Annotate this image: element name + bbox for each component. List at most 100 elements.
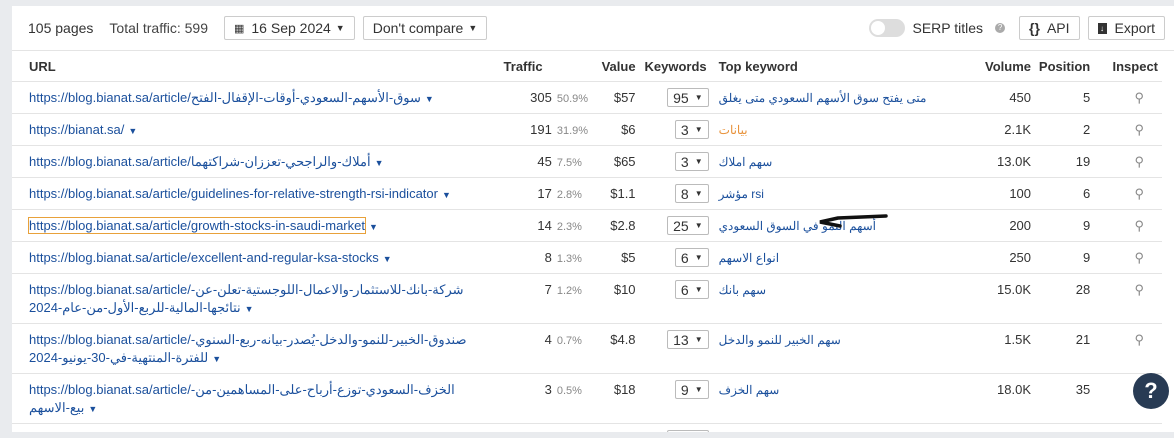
position-text: 31 xyxy=(1031,424,1090,432)
caret-down-icon: ▼ xyxy=(694,125,703,134)
search-icon[interactable]: ⚲ xyxy=(1134,90,1144,105)
volume-cell: 100 xyxy=(950,177,1032,210)
search-icon[interactable]: ⚲ xyxy=(1134,218,1144,233)
url-dropdown-icon[interactable]: ▼ xyxy=(128,126,137,136)
page-url-link[interactable]: https://blog.bianat.sa/article/growth-st… xyxy=(28,217,366,234)
compare-dropdown[interactable]: Don't compare ▼ xyxy=(362,16,488,40)
url-dropdown-icon[interactable]: ▼ xyxy=(369,222,378,232)
top-keyword-link[interactable]: متى يفتح سوق الأسهم السعودي متى يغلق xyxy=(719,91,927,105)
page-url-link[interactable]: https://bianat.sa/ xyxy=(29,122,124,137)
position-cell: 5 xyxy=(1031,81,1091,114)
caret-down-icon: ▼ xyxy=(694,93,703,102)
top-keyword-cell: سهم الخبير للنمو والدخل xyxy=(718,323,951,374)
table-row: https://blog.bianat.sa/article/صندوق-الخ… xyxy=(12,323,1162,374)
date-picker-button[interactable]: ▦ 16 Sep 2024 ▼ xyxy=(223,16,355,40)
search-icon[interactable]: ⚲ xyxy=(1134,250,1144,265)
value-cell: $4.8 xyxy=(588,323,636,374)
pages-table: URL Traffic Value Keywords Top keyword V… xyxy=(12,51,1162,432)
url-dropdown-icon[interactable]: ▼ xyxy=(442,190,451,200)
col-volume[interactable]: Volume xyxy=(950,51,1032,82)
api-label: API xyxy=(1046,20,1070,36)
help-button[interactable]: ? xyxy=(1133,373,1169,409)
top-keyword-link[interactable]: سهم الخبير للنمو والدخل xyxy=(719,333,841,347)
url-dropdown-icon[interactable]: ▼ xyxy=(425,94,434,104)
col-traffic[interactable]: Traffic xyxy=(473,51,589,82)
value-cell: $10 xyxy=(588,273,636,324)
keywords-dropdown[interactable]: 13 ▼ xyxy=(667,330,709,349)
traffic-cell: 4 0.7% xyxy=(473,323,589,374)
position-cell: 35 xyxy=(1031,373,1091,424)
url-dropdown-icon[interactable]: ▼ xyxy=(212,354,221,364)
keywords-dropdown[interactable]: 95 ▼ xyxy=(667,88,709,107)
keywords-count: 3 xyxy=(680,121,689,138)
inspect-cell: ⚲ xyxy=(1090,241,1162,274)
serp-titles-toggle[interactable] xyxy=(868,19,905,37)
top-keyword-link[interactable]: سهم الخزف xyxy=(719,383,780,397)
caret-down-icon: ▼ xyxy=(468,23,478,33)
traffic-cell: 191 31.9% xyxy=(473,113,589,146)
url-dropdown-icon[interactable]: ▼ xyxy=(383,254,392,264)
keywords-count: 8 xyxy=(680,185,689,202)
position-cell: 28 xyxy=(1031,273,1091,324)
top-keyword-cell: مؤشر rsi xyxy=(718,177,951,210)
position-cell: 9 xyxy=(1031,241,1091,274)
url-dropdown-icon[interactable]: ▼ xyxy=(245,304,254,314)
keywords-count: 6 xyxy=(680,281,689,298)
inspect-cell: ⚲ xyxy=(1090,209,1162,242)
top-keyword-link[interactable]: انواع الاسهم xyxy=(719,251,779,265)
top-keyword-link[interactable]: سهم بانك xyxy=(719,283,766,297)
search-icon[interactable]: ⚲ xyxy=(1134,154,1144,169)
url-dropdown-icon[interactable]: ▼ xyxy=(88,404,97,414)
volume-cell: 250 xyxy=(950,241,1032,274)
page-url-link[interactable]: https://blog.bianat.sa/article/سوق-الأسه… xyxy=(29,90,421,105)
value-cell: $18 xyxy=(588,373,636,424)
keywords-dropdown[interactable]: 8 ▼ xyxy=(674,184,709,203)
traffic-percent: 0.7% xyxy=(556,335,582,347)
caret-down-icon: ▼ xyxy=(694,335,703,344)
volume-text: 18.0K xyxy=(997,382,1032,397)
keywords-dropdown[interactable]: 6 ▼ xyxy=(674,248,709,267)
top-keyword-link[interactable]: بيانات xyxy=(719,123,748,137)
top-keyword-link[interactable]: سهم املاك xyxy=(719,155,773,169)
col-position[interactable]: Position xyxy=(1031,51,1091,82)
search-icon[interactable]: ⚲ xyxy=(1134,186,1144,201)
help-icon[interactable]: ? xyxy=(995,23,1006,33)
top-keyword-cell: سهم وقت اللياقة تداول xyxy=(718,423,951,432)
traffic-cell: 14 2.3% xyxy=(473,209,589,242)
page-url-link[interactable]: https://blog.bianat.sa/article/excellent… xyxy=(29,250,379,265)
page-url-link[interactable]: https://blog.bianat.sa/article/guideline… xyxy=(29,186,438,201)
page-url-link[interactable]: https://blog.bianat.sa/article/صندوق-الخ… xyxy=(29,332,467,365)
col-keywords[interactable]: Keywords xyxy=(635,51,719,82)
keywords-cell: 9 ▼ xyxy=(635,373,719,424)
traffic-value: 7 xyxy=(544,282,552,297)
search-icon[interactable]: ⚲ xyxy=(1134,332,1144,347)
compare-label: Don't compare xyxy=(372,20,464,36)
search-icon[interactable]: ⚲ xyxy=(1134,282,1144,297)
caret-down-icon: ▼ xyxy=(694,285,703,294)
table-row: https://blog.bianat.sa/article/الخزف-الس… xyxy=(12,373,1162,424)
keywords-cell: 12▼ xyxy=(635,423,719,432)
value-cell: $57 xyxy=(588,81,636,114)
keywords-dropdown[interactable]: 3 ▼ xyxy=(674,152,709,171)
traffic-value: 305 xyxy=(530,90,552,105)
keywords-dropdown[interactable]: 3 ▼ xyxy=(674,120,709,139)
col-value[interactable]: Value xyxy=(588,51,636,82)
keywords-dropdown[interactable]: 6 ▼ xyxy=(674,280,709,299)
volume-cell: 1.5K xyxy=(950,323,1032,374)
top-keyword-link[interactable]: مؤشر rsi xyxy=(719,187,764,201)
keywords-dropdown[interactable]: 9 ▼ xyxy=(674,380,709,399)
search-icon[interactable]: ⚲ xyxy=(1134,122,1144,137)
keywords-dropdown[interactable]: 12▼ xyxy=(667,430,709,432)
page-url-link[interactable]: https://blog.bianat.sa/article/أملاك-وال… xyxy=(29,154,371,169)
keywords-dropdown[interactable]: 25 ▼ xyxy=(667,216,709,235)
col-top-keyword[interactable]: Top keyword xyxy=(718,51,951,82)
table-row: https://blog.bianat.sa/article/سوق-الأسه… xyxy=(12,81,1162,114)
export-button[interactable]: ↓ Export xyxy=(1087,16,1165,40)
api-button[interactable]: {} API xyxy=(1019,16,1080,40)
inspect-cell: ⚲ xyxy=(1090,177,1162,210)
url-dropdown-icon[interactable]: ▼ xyxy=(375,158,384,168)
value-text: $1.1 xyxy=(610,186,636,201)
col-url[interactable]: URL xyxy=(12,51,474,82)
traffic-percent: 31.9% xyxy=(556,125,589,137)
traffic-percent: 1.3% xyxy=(556,253,582,265)
